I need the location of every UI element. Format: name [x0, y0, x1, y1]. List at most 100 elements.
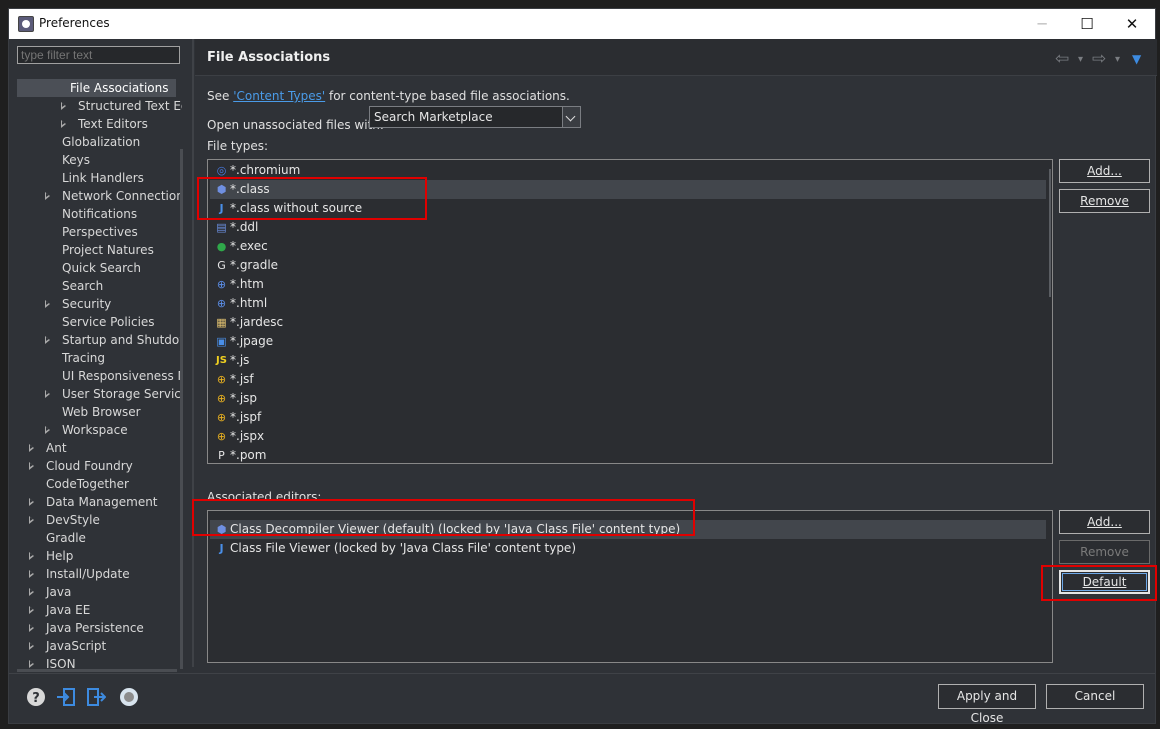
maximize-button[interactable]: ☐ [1072, 13, 1102, 35]
tree-item[interactable]: Install/Update [17, 565, 182, 583]
file-type-row[interactable]: ⬢ *.class [210, 180, 1046, 199]
back-history-dropdown-icon[interactable]: ▾ [1078, 54, 1083, 65]
tree-item[interactable]: Globalization [17, 133, 182, 151]
file-types-list[interactable]: ◎ *.chromium ⬢ *.class J *.class without sour… [207, 159, 1053, 464]
expand-arrow-icon[interactable] [28, 641, 36, 651]
file-type-remove-button[interactable]: Remove [1059, 189, 1150, 213]
expand-arrow-icon[interactable] [44, 425, 52, 435]
tree-item[interactable]: Tracing [17, 349, 182, 367]
filter-input[interactable] [17, 46, 180, 64]
tree-item[interactable]: JavaScript [17, 637, 182, 655]
view-menu-icon[interactable]: ▼ [1132, 52, 1141, 66]
editor-default-button[interactable]: Default [1059, 570, 1150, 594]
tree-item[interactable]: Project Natures [17, 241, 182, 259]
tree-item[interactable]: Quick Search [17, 259, 182, 277]
tree-item[interactable]: Help [17, 547, 182, 565]
content-types-link[interactable]: 'Content Types' [233, 89, 325, 103]
tree-item[interactable]: Perspectives [17, 223, 182, 241]
expand-arrow-icon[interactable] [28, 569, 36, 579]
tree-item[interactable]: Service Policies [17, 313, 182, 331]
tree-item[interactable]: JSON [17, 655, 182, 668]
file-type-row[interactable]: ⊕ *.jspx [210, 427, 1046, 446]
forward-history-dropdown-icon[interactable]: ▾ [1115, 54, 1120, 65]
expand-arrow-icon[interactable] [28, 623, 36, 633]
open-unassociated-select[interactable]: Search Marketplace [369, 106, 581, 128]
apply-and-close-button[interactable]: Apply and Close [938, 684, 1036, 725]
expand-arrow-icon[interactable] [28, 659, 36, 668]
tree-item[interactable]: Network Connections [17, 187, 182, 205]
file-type-row[interactable]: ◎ *.chromium [210, 161, 1046, 180]
expand-arrow-icon[interactable] [44, 299, 52, 309]
file-type-add-button[interactable]: Add... [1059, 159, 1150, 183]
file-type-row[interactable]: ⊕ *.html [210, 294, 1046, 313]
expand-arrow-icon[interactable] [28, 515, 36, 525]
tree-horizontal-scrollbar[interactable] [17, 669, 177, 672]
expand-arrow-icon[interactable] [28, 551, 36, 561]
tree-item[interactable]: Ant [17, 439, 182, 457]
tree-item[interactable]: Cloud Foundry [17, 457, 182, 475]
tree-item[interactable]: Link Handlers [17, 169, 182, 187]
tree-item[interactable]: Keys [17, 151, 182, 169]
tree-item[interactable]: Workspace [17, 421, 182, 439]
back-arrow-icon[interactable]: ⇦ [1055, 49, 1069, 69]
tree-item[interactable]: Startup and Shutdown [17, 331, 182, 349]
tree-item[interactable]: DevStyle [17, 511, 182, 529]
tree-item[interactable]: Data Management [17, 493, 182, 511]
editor-row[interactable]: J Class File Viewer (locked by 'Java Clas… [210, 539, 1046, 558]
expand-arrow-icon[interactable] [28, 443, 36, 453]
tree-item[interactable]: Structured Text Edit [17, 97, 182, 115]
file-type-row[interactable]: G *.gradle [210, 256, 1046, 275]
file-type-row[interactable]: J *.class without source [210, 199, 1046, 218]
expand-arrow-icon[interactable] [28, 497, 36, 507]
export-icon[interactable] [86, 687, 106, 707]
file-types-scrollbar[interactable] [1049, 169, 1051, 297]
expand-arrow-icon[interactable] [28, 461, 36, 471]
tree-item[interactable]: Search [17, 277, 182, 295]
splitter-sash[interactable] [192, 39, 194, 667]
expand-arrow-icon[interactable] [60, 101, 68, 111]
tree-item[interactable]: Gradle [17, 529, 182, 547]
chevron-down-icon[interactable] [562, 107, 580, 127]
close-button[interactable]: ✕ [1117, 13, 1147, 35]
file-type-row[interactable]: ⊕ *.htm [210, 275, 1046, 294]
expand-arrow-icon[interactable] [44, 335, 52, 345]
file-type-row[interactable]: ▣ *.jpage [210, 332, 1046, 351]
tree-item[interactable]: Notifications [17, 205, 182, 223]
expand-arrow-icon[interactable] [60, 119, 68, 129]
tree-item[interactable]: Security [17, 295, 182, 313]
tree-item-label: Tracing [62, 351, 106, 365]
tree-item[interactable]: Java [17, 583, 182, 601]
tree-vertical-scrollbar[interactable] [180, 149, 183, 669]
file-type-row[interactable]: JS *.js [210, 351, 1046, 370]
editor-row[interactable]: ⬢ Class Decompiler Viewer (default) (lock… [210, 520, 1046, 539]
forward-arrow-icon[interactable]: ⇨ [1092, 49, 1106, 69]
oomph-record-icon[interactable] [119, 687, 139, 707]
tree-item[interactable]: Web Browser [17, 403, 182, 421]
associated-editors-list[interactable]: ⬢ Class Decompiler Viewer (default) (lock… [207, 510, 1053, 663]
editor-remove-button[interactable]: Remove [1059, 540, 1150, 564]
tree-item[interactable]: Java Persistence [17, 619, 182, 637]
tree-item[interactable]: UI Responsiveness Mor [17, 367, 182, 385]
file-type-row[interactable]: ▦ *.jardesc [210, 313, 1046, 332]
minimize-button[interactable]: ─ [1027, 13, 1057, 35]
expand-arrow-icon[interactable] [28, 587, 36, 597]
expand-arrow-icon[interactable] [44, 389, 52, 399]
file-type-row[interactable]: P *.pom [210, 446, 1046, 463]
tree-item[interactable]: CodeTogether [17, 475, 182, 493]
editor-add-button[interactable]: Add... [1059, 510, 1150, 534]
file-type-row[interactable]: ⊕ *.jsf [210, 370, 1046, 389]
expand-arrow-icon[interactable] [44, 191, 52, 201]
file-type-row[interactable]: ▤ *.ddl [210, 218, 1046, 237]
file-type-row[interactable]: ⊕ *.jspf [210, 408, 1046, 427]
tree-item[interactable]: User Storage Service [17, 385, 182, 403]
cancel-button[interactable]: Cancel [1046, 684, 1144, 709]
help-icon[interactable]: ? [26, 687, 46, 707]
import-icon[interactable] [56, 687, 76, 707]
file-type-row[interactable]: ● *.exec [210, 237, 1046, 256]
file-type-row[interactable]: ⊕ *.jsp [210, 389, 1046, 408]
expand-arrow-icon[interactable] [28, 605, 36, 615]
tree-item[interactable]: File Associations [17, 79, 176, 97]
tree-item[interactable]: Java EE [17, 601, 182, 619]
jsp-globe-icon: ⊕ [216, 373, 227, 386]
tree-item[interactable]: Text Editors [17, 115, 182, 133]
